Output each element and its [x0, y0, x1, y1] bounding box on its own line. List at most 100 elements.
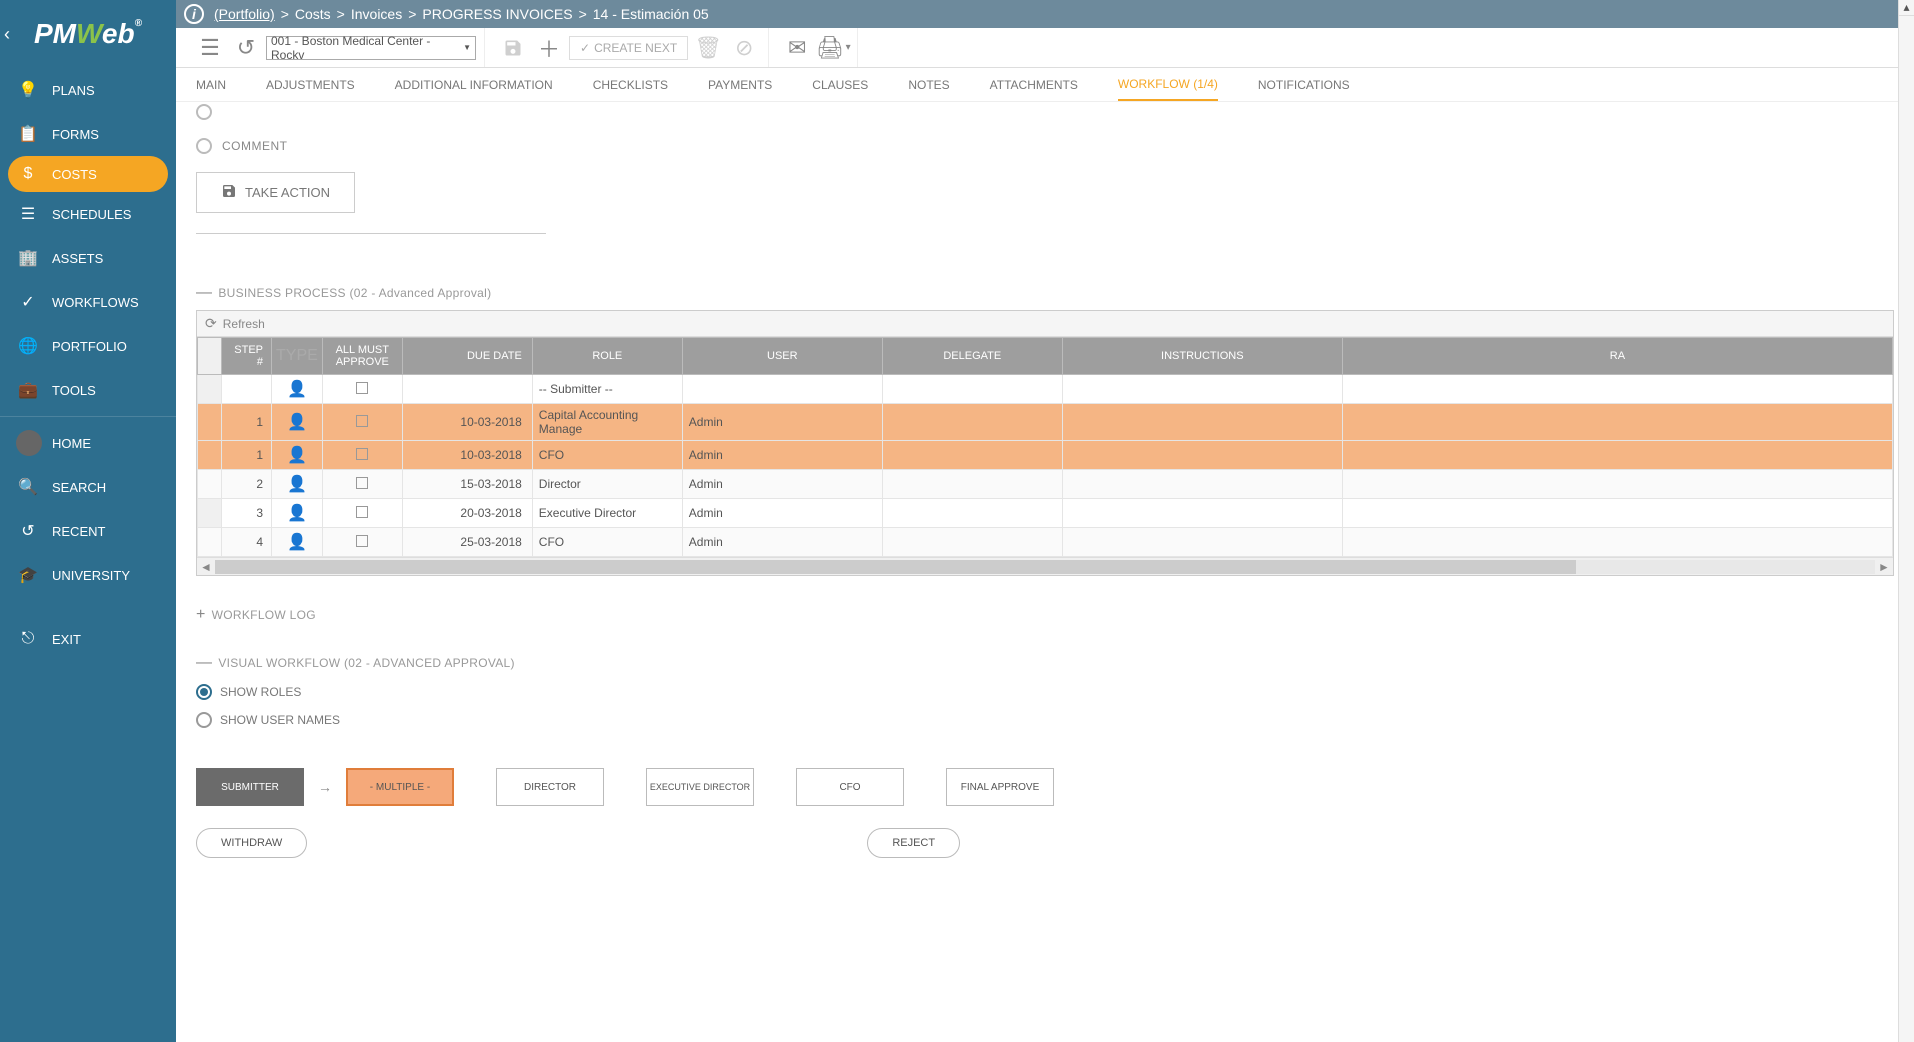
project-select[interactable]: 001 - Boston Medical Center - Rockv [266, 36, 476, 60]
withdraw-button[interactable]: WITHDRAW [196, 828, 307, 858]
tab-checklists[interactable]: CHECKLISTS [593, 70, 668, 100]
table-row[interactable]: 4👤25-03-2018CFOAdmin [198, 528, 1893, 557]
col-instructions[interactable]: INSTRUCTIONS [1062, 338, 1342, 375]
sidebar-item-forms[interactable]: 📋 FORMS [0, 112, 176, 156]
breadcrumb-invoices[interactable]: Invoices [351, 6, 402, 22]
radio-show-users[interactable] [196, 712, 212, 728]
scroll-right-icon[interactable]: ► [1875, 560, 1893, 574]
radio-comment[interactable] [196, 138, 212, 154]
cell-approve[interactable] [322, 404, 402, 441]
row-handle[interactable] [198, 404, 222, 441]
mail-icon[interactable]: ✉ [781, 32, 813, 64]
radio-option-1[interactable] [196, 104, 212, 120]
cell-approve[interactable] [322, 528, 402, 557]
collapse-sidebar-chevron[interactable]: ‹ [4, 24, 10, 45]
sidebar-item-university[interactable]: 🎓 UNIVERSITY [0, 553, 176, 597]
table-row[interactable]: 3👤20-03-2018Executive DirectorAdmin [198, 499, 1893, 528]
tab-additional-information[interactable]: ADDITIONAL INFORMATION [395, 70, 553, 100]
block-icon[interactable]: ⊘ [728, 32, 760, 64]
row-handle[interactable] [198, 528, 222, 557]
col-due[interactable]: DUE DATE [402, 338, 532, 375]
tab-adjustments[interactable]: ADJUSTMENTS [266, 70, 355, 100]
breadcrumb-progress[interactable]: PROGRESS INVOICES [422, 6, 572, 22]
print-icon[interactable]: 🖨▾ [817, 32, 849, 64]
tab-main[interactable]: MAIN [196, 70, 226, 100]
scroll-thumb[interactable] [215, 560, 1576, 574]
flow-submitter[interactable]: SUBMITTER [196, 768, 304, 806]
scroll-left-icon[interactable]: ◄ [197, 560, 215, 574]
refresh-icon[interactable]: ⟳ [205, 315, 217, 332]
checkbox[interactable] [356, 448, 368, 460]
sidebar-item-exit[interactable]: ⎋ EXIT [0, 617, 176, 661]
table-row[interactable]: 👤-- Submitter -- [198, 375, 1893, 404]
sidebar-item-tools[interactable]: 💼 TOOLS [0, 368, 176, 412]
row-handle[interactable] [198, 375, 222, 404]
table-row[interactable]: 1👤10-03-2018Capital Accounting ManageAdm… [198, 404, 1893, 441]
checkbox[interactable] [356, 477, 368, 489]
sidebar-item-portfolio[interactable]: 🌐 PORTFOLIO [0, 324, 176, 368]
col-user[interactable]: USER [682, 338, 882, 375]
collapse-icon[interactable]: — [196, 654, 212, 672]
cell-user: Admin [682, 499, 882, 528]
sidebar-item-recent[interactable]: ↺ RECENT [0, 509, 176, 553]
delete-icon[interactable]: 🗑 [692, 32, 724, 64]
cell-approve[interactable] [322, 499, 402, 528]
flow-final[interactable]: FINAL APPROVE [946, 768, 1054, 806]
expand-icon[interactable]: + [196, 606, 206, 624]
horizontal-scrollbar[interactable]: ◄ ► [197, 557, 1893, 575]
sidebar-item-home[interactable]: HOME [0, 421, 176, 465]
scroll-up-icon[interactable]: ▴ [1899, 0, 1914, 16]
row-handle[interactable] [198, 499, 222, 528]
list-icon[interactable]: ☰ [194, 32, 226, 64]
take-action-button[interactable]: TAKE ACTION [196, 172, 355, 213]
col-delegate[interactable]: DELEGATE [882, 338, 1062, 375]
cell-approve[interactable] [322, 375, 402, 404]
collapse-icon[interactable]: — [196, 284, 212, 302]
tab-notes[interactable]: NOTES [908, 70, 949, 100]
flow-cfo[interactable]: CFO [796, 768, 904, 806]
sidebar-item-workflows[interactable]: ✓ WORKFLOWS [0, 280, 176, 324]
cell-approve[interactable] [322, 470, 402, 499]
col-step[interactable]: STEP # [222, 338, 272, 375]
sidebar-item-assets[interactable]: 🏢 ASSETS [0, 236, 176, 280]
sidebar-item-costs[interactable]: $ COSTS [8, 156, 168, 192]
breadcrumb-portfolio[interactable]: (Portfolio) [214, 6, 275, 22]
col-type[interactable]: TYPE [272, 338, 323, 375]
flow-director[interactable]: DIRECTOR [496, 768, 604, 806]
tab-notifications[interactable]: NOTIFICATIONS [1258, 70, 1350, 100]
table-row[interactable]: 2👤15-03-2018DirectorAdmin [198, 470, 1893, 499]
checkbox[interactable] [356, 382, 368, 394]
tab-attachments[interactable]: ATTACHMENTS [990, 70, 1078, 100]
table-row[interactable]: 1👤10-03-2018CFOAdmin [198, 441, 1893, 470]
tab-payments[interactable]: PAYMENTS [708, 70, 772, 100]
col-ra[interactable]: RA [1342, 338, 1892, 375]
sidebar-item-label: SEARCH [52, 480, 106, 495]
radio-show-roles[interactable] [196, 684, 212, 700]
col-approve[interactable]: ALL MUST APPROVE [322, 338, 402, 375]
sidebar-item-schedules[interactable]: ☰ SCHEDULES [0, 192, 176, 236]
checkbox[interactable] [356, 506, 368, 518]
info-icon[interactable]: i [184, 4, 204, 24]
row-handle[interactable] [198, 441, 222, 470]
cell-approve[interactable] [322, 441, 402, 470]
breadcrumb-costs[interactable]: Costs [295, 6, 331, 22]
save-icon[interactable] [497, 32, 529, 64]
checkbox[interactable] [356, 535, 368, 547]
add-icon[interactable]: ＋ [533, 32, 565, 64]
sidebar-item-plans[interactable]: 💡 PLANS [0, 68, 176, 112]
flow-exec-director[interactable]: EXECUTIVE DIRECTOR [646, 768, 754, 806]
tab-workflow-1-4-[interactable]: WORKFLOW (1/4) [1118, 69, 1218, 101]
create-next-button[interactable]: ✓ CREATE NEXT [569, 36, 688, 60]
reject-button[interactable]: REJECT [867, 828, 960, 858]
tab-clauses[interactable]: CLAUSES [812, 70, 868, 100]
refresh-label[interactable]: Refresh [223, 317, 265, 331]
flow-multiple[interactable]: - MULTIPLE - [346, 768, 454, 806]
col-role[interactable]: ROLE [532, 338, 682, 375]
person-icon: 👤 [272, 528, 323, 557]
sidebar-item-search[interactable]: 🔍 SEARCH [0, 465, 176, 509]
vertical-scrollbar[interactable]: ▴ [1898, 0, 1914, 1042]
row-handle[interactable] [198, 470, 222, 499]
cell-step: 1 [222, 441, 272, 470]
history-icon[interactable]: ↺ [230, 32, 262, 64]
checkbox[interactable] [356, 415, 368, 427]
